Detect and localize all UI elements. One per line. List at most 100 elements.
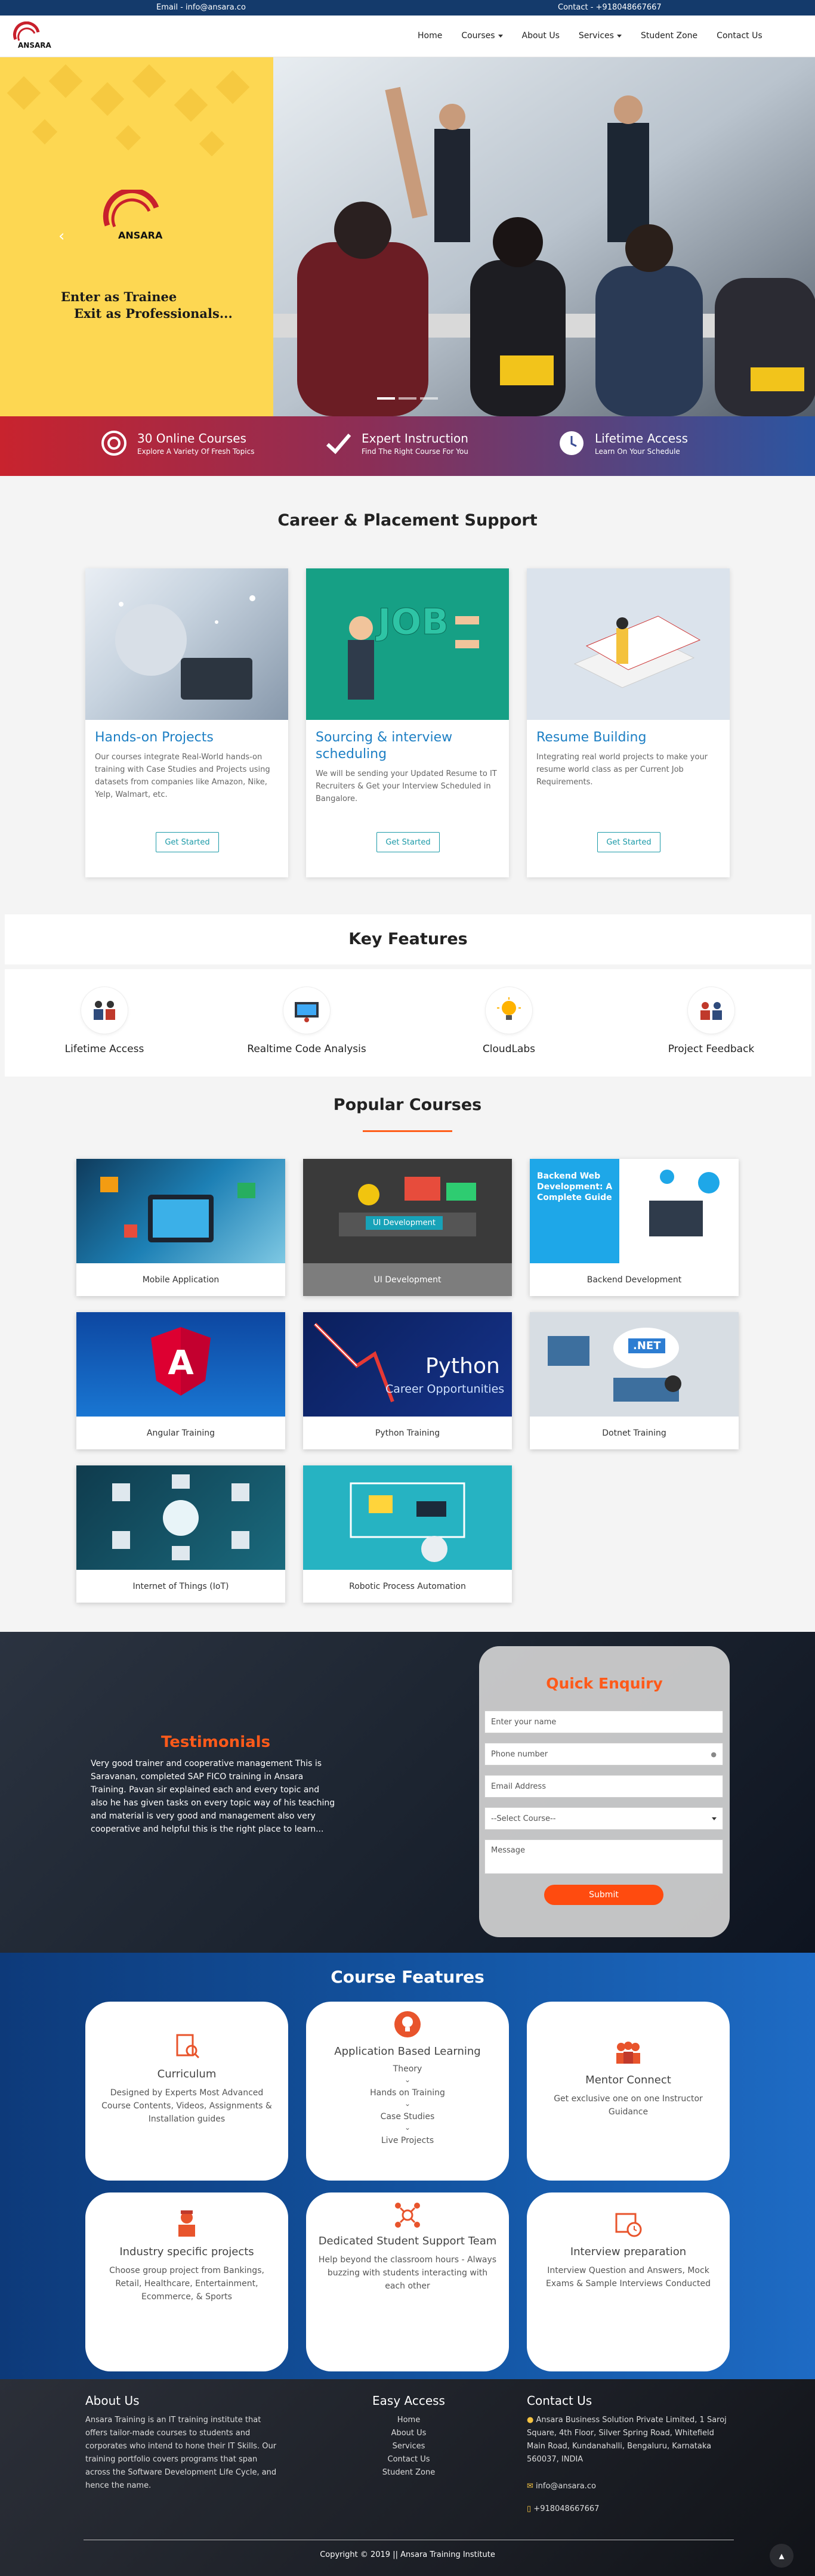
course-card-angular[interactable]: A Angular Training xyxy=(76,1312,285,1449)
footer-link-home[interactable]: Home xyxy=(370,2414,447,2427)
footer-link-services[interactable]: Services xyxy=(370,2440,447,2453)
footer-links: Home About Us Services Contact Us Studen… xyxy=(370,2414,447,2479)
feature-card-interview: Interview preparation Interview Question… xyxy=(527,2192,730,2371)
name-input[interactable]: Enter your name xyxy=(484,1711,723,1733)
nav-contact-label: Contact Us xyxy=(717,31,762,41)
nav-about-label: About Us xyxy=(521,31,560,41)
light-bulb-icon xyxy=(391,2008,424,2041)
course-features-title: Course Features xyxy=(331,1967,484,1987)
features-strip: 30 Online Courses Explore A Variety Of Fr… xyxy=(0,416,815,476)
email-input[interactable]: Email Address xyxy=(484,1775,723,1798)
course-card-ui[interactable]: UI Development UI Development xyxy=(303,1159,512,1296)
course-select-value: --Select Course-- xyxy=(491,1814,556,1823)
code-analysis-icon xyxy=(283,987,330,1034)
feature-card-line: Live Projects xyxy=(381,2136,434,2145)
feature-card-title: Industry specific projects xyxy=(119,2246,254,2258)
feature-card-title: Application Based Learning xyxy=(334,2045,481,2058)
nav-home[interactable]: Home xyxy=(418,31,442,41)
footer-link-about[interactable]: About Us xyxy=(370,2427,447,2440)
topbar-contact[interactable]: Contact - +918048667667 xyxy=(558,3,662,12)
lightbulb-icon xyxy=(486,987,532,1034)
course-select[interactable]: --Select Course-- xyxy=(484,1807,723,1830)
check-icon xyxy=(325,429,352,457)
nav-courses-label: Courses xyxy=(461,31,495,41)
iot-image xyxy=(76,1465,285,1570)
location-pin-icon: ● xyxy=(527,2416,534,2425)
mentor-icon xyxy=(612,2036,645,2070)
feature-card-title: Curriculum xyxy=(157,2068,217,2080)
feature-label: Project Feedback xyxy=(668,1043,755,1055)
feature-card-title: Dedicated Student Support Team xyxy=(318,2235,497,2247)
chevron-down-icon: ⌄ xyxy=(404,2076,411,2084)
feature-card-title: Interview preparation xyxy=(570,2246,687,2258)
strip-subtitle: Learn On Your Schedule xyxy=(595,447,680,456)
top-bar: Email - info@ansara.co Contact - +918048… xyxy=(0,0,815,16)
course-label: UI Development xyxy=(303,1263,512,1296)
nav-student-zone[interactable]: Student Zone xyxy=(641,31,697,41)
strip-item-access: Lifetime Access Learn On Your Schedule xyxy=(558,429,688,457)
message-textarea[interactable]: Message xyxy=(484,1839,723,1874)
footer-link-student-zone[interactable]: Student Zone xyxy=(370,2466,447,2479)
strip-item-instruction: Expert Instruction Find The Right Course … xyxy=(325,429,468,457)
feature-card-text: Help beyond the classroom hours - Always… xyxy=(318,2255,497,2291)
hero-logo: ANSARA xyxy=(101,187,167,246)
feature-label: Realtime Code Analysis xyxy=(247,1043,366,1055)
feature-card-curriculum: Curriculum Designed by Experts Most Adva… xyxy=(85,2002,288,2181)
navbar: ANSARA Home Courses About Us Services St… xyxy=(0,16,815,57)
dotnet-image: .NET xyxy=(530,1312,739,1417)
footer-phone[interactable]: ▯ +918048667667 xyxy=(527,2503,599,2516)
logo[interactable]: ANSARA xyxy=(11,21,53,50)
course-card-mobile[interactable]: Mobile Application xyxy=(76,1159,285,1296)
feature-card-mentor: Mentor Connect Get exclusive one on one … xyxy=(527,2002,730,2181)
slider-prev-arrow[interactable]: ‹ xyxy=(58,227,64,245)
feature-card-text: Designed by Experts Most Advanced Course… xyxy=(101,2088,272,2124)
nav-courses[interactable]: Courses xyxy=(461,31,503,41)
scroll-to-top-button[interactable]: ▴ xyxy=(770,2544,794,2568)
feature-card-support: Dedicated Student Support Team Help beyo… xyxy=(306,2192,509,2371)
footer-about-text: Ansara Training is an IT training instit… xyxy=(85,2416,277,2490)
email-placeholder: Email Address xyxy=(491,1782,546,1791)
hero-tagline: Enter as Trainee Exit as Professionals..… xyxy=(61,289,233,322)
course-label: Dotnet Training xyxy=(602,1428,666,1438)
nav-about[interactable]: About Us xyxy=(522,31,560,41)
feature-project-feedback: Project Feedback xyxy=(634,987,789,1055)
slider-dot[interactable] xyxy=(377,397,395,400)
slider-dot[interactable] xyxy=(399,397,416,400)
team-feedback-icon xyxy=(688,987,734,1034)
slider-dot[interactable] xyxy=(420,397,438,400)
placement-card: Hands-on Projects Our courses integrate … xyxy=(85,568,288,877)
nav-menu: Home Courses About Us Services Student Z… xyxy=(418,31,762,41)
course-card-rpa[interactable]: Robotic Process Automation xyxy=(303,1465,512,1603)
testimonial-title: Testimonials xyxy=(161,1733,271,1751)
phone-placeholder: Phone number xyxy=(491,1749,548,1759)
course-label: Angular Training xyxy=(146,1428,215,1438)
get-started-button[interactable]: Get Started xyxy=(376,832,440,852)
phone-input[interactable]: Phone number ● xyxy=(484,1743,723,1765)
course-card-iot[interactable]: Internet of Things (IoT) xyxy=(76,1465,285,1603)
footer-email[interactable]: ✉ info@ansara.co xyxy=(527,2480,596,2493)
footer-about-title: About Us xyxy=(85,2393,140,2408)
course-label: Backend Development xyxy=(586,1275,682,1285)
phone-icon: ▯ xyxy=(527,2504,532,2513)
nav-contact[interactable]: Contact Us xyxy=(717,31,762,41)
python-badge: Python xyxy=(425,1354,500,1378)
footer-link-contact[interactable]: Contact Us xyxy=(370,2453,447,2466)
get-started-button[interactable]: Get Started xyxy=(597,832,660,852)
python-subbadge: Career Opportunities xyxy=(385,1383,505,1396)
submit-button[interactable]: Submit xyxy=(544,1885,663,1905)
get-started-button[interactable]: Get Started xyxy=(156,832,219,852)
chevron-down-icon xyxy=(616,34,622,38)
course-card-backend[interactable]: Backend Web Development: A Complete Guid… xyxy=(530,1159,739,1296)
course-card-python[interactable]: Python Career Opportunities Python Train… xyxy=(303,1312,512,1449)
placement-card: Resume Building Integrating real world p… xyxy=(527,568,730,877)
nav-services[interactable]: Services xyxy=(579,31,622,41)
dotnet-badge: .NET xyxy=(628,1338,666,1353)
course-label: Robotic Process Automation xyxy=(349,1581,466,1591)
footer-address-text: Ansara Business Solution Private Limited… xyxy=(527,2416,727,2464)
support-network-icon xyxy=(391,2198,424,2232)
topbar-email[interactable]: Email - info@ansara.co xyxy=(156,3,246,12)
course-card-dotnet[interactable]: .NET Dotnet Training xyxy=(530,1312,739,1449)
rpa-image xyxy=(303,1465,512,1570)
feature-card-text: Choose group project from Bankings, Reta… xyxy=(109,2266,264,2302)
feature-card-line: Case Studies xyxy=(380,2112,435,2122)
